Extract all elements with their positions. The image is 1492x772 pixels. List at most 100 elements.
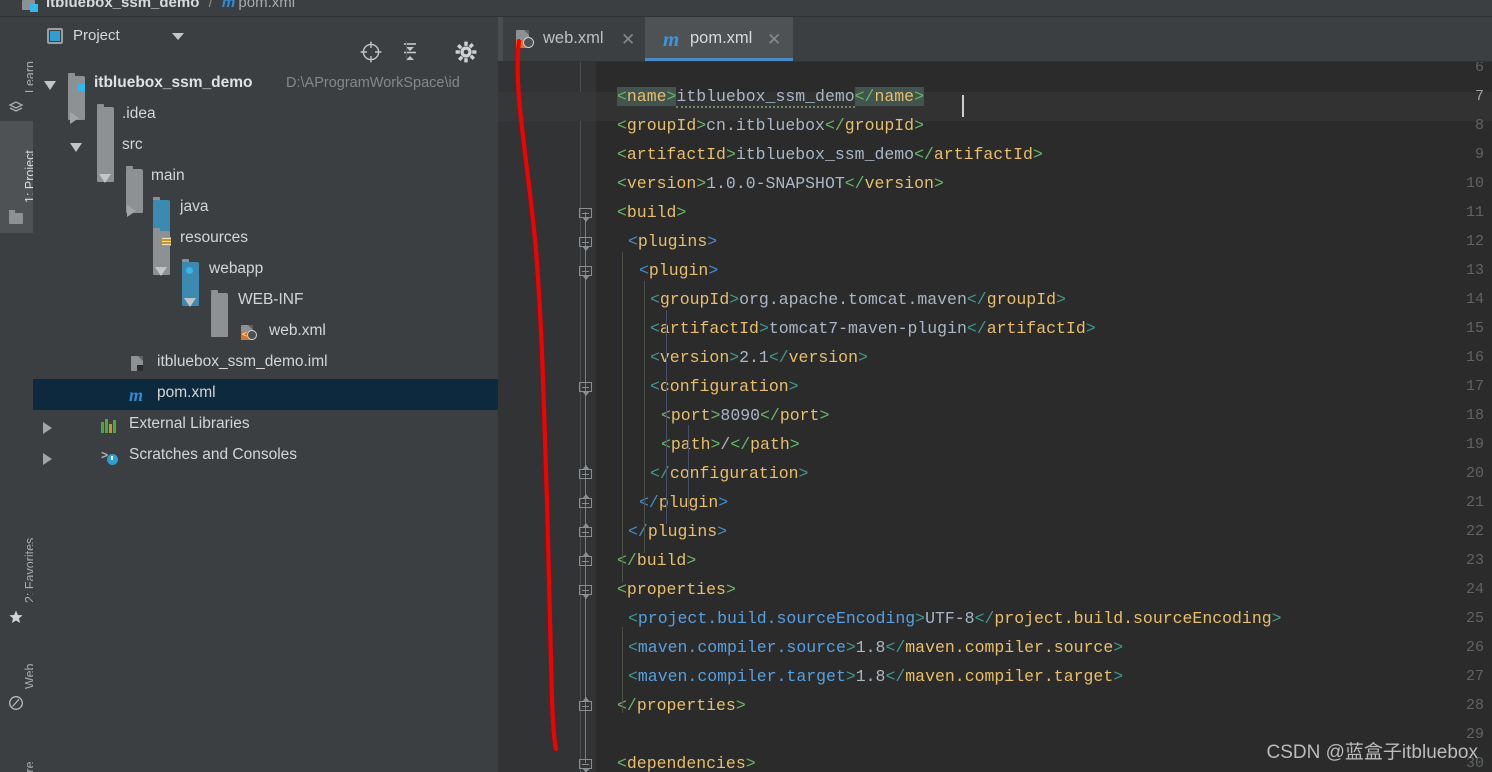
close-icon[interactable]: ✕ (621, 30, 635, 50)
code-line[interactable]: <build> (606, 203, 686, 222)
code-line[interactable]: </configuration> (606, 464, 808, 483)
code-line[interactable]: <plugins> (606, 232, 717, 251)
code-token: > (1056, 290, 1066, 309)
fold-start-marker[interactable] (579, 382, 592, 396)
code-token: groupId (844, 116, 915, 135)
code-token: properties (636, 696, 736, 715)
breadcrumb-file[interactable]: pom.xml (238, 0, 295, 11)
tree-row-web-xml[interactable]: < web.xml (33, 317, 498, 348)
code-token: maven.compiler.source (637, 638, 846, 657)
line-number-gutter[interactable] (498, 62, 572, 772)
line-number: 8 (1474, 117, 1484, 134)
line-number: 6 (1474, 62, 1484, 76)
code-token: port (670, 406, 711, 425)
code-line[interactable]: <name>itbluebox_ssm_demo</name> (606, 87, 924, 108)
code-token: itbluebox_ssm_demo (676, 87, 855, 108)
code-token: > (729, 290, 740, 309)
code-line[interactable]: <properties> (606, 580, 736, 599)
fold-end-marker[interactable] (579, 494, 592, 511)
breadcrumb-project[interactable]: itbluebox_ssm_demo (46, 0, 199, 11)
tree-row-java[interactable]: java (33, 193, 498, 244)
code-token: </ (730, 435, 751, 454)
line-number: 22 (1465, 523, 1484, 540)
sidebar-item-favorites[interactable]: 2: Favorites (0, 503, 37, 633)
code-line[interactable]: </build> (606, 551, 696, 570)
chevron-right-icon[interactable] (127, 205, 136, 217)
fold-start-marker[interactable] (579, 759, 592, 772)
fold-start-marker[interactable] (579, 208, 592, 222)
fold-end-marker[interactable] (579, 523, 592, 540)
sidebar-item-project[interactable]: 1: Project (0, 121, 37, 233)
divider (406, 41, 407, 61)
settings-button[interactable] (453, 39, 479, 65)
tree-item-label: java (180, 198, 209, 215)
code-line[interactable]: </plugins> (606, 522, 727, 541)
code-line[interactable]: <version>1.0.0-SNAPSHOT</version> (606, 174, 944, 193)
code-token: itbluebox_ssm_demo (735, 145, 915, 164)
code-line[interactable]: <groupId>org.apache.tomcat.maven</groupI… (606, 290, 1066, 309)
tree-row-pom-xml[interactable]: m pom.xml (33, 379, 498, 410)
line-number: 17 (1465, 378, 1484, 395)
code-line[interactable]: </properties> (606, 696, 746, 715)
code-line[interactable]: <artifactId>tomcat7-maven-plugin</artifa… (606, 319, 1096, 338)
chevron-down-icon[interactable] (44, 81, 56, 90)
code-line[interactable]: <port>8090</port> (606, 406, 829, 425)
sidebar-item-web[interactable]: Web (0, 637, 37, 715)
tree-row-idea[interactable]: .idea (33, 100, 498, 151)
code-token: > (696, 174, 707, 193)
chevron-right-icon[interactable] (43, 422, 52, 434)
fold-end-marker[interactable] (579, 465, 592, 482)
tree-row-scratches-and-consoles[interactable]: > Scratches and Consoles (33, 441, 498, 472)
code-token: maven.compiler.target (637, 667, 846, 686)
code-token: </ (844, 174, 865, 193)
code-line[interactable]: <version>2.1</version> (606, 348, 868, 367)
code-line[interactable]: <maven.compiler.source>1.8</maven.compil… (606, 638, 1123, 657)
tree-row-web-inf[interactable]: WEB-INF (33, 286, 498, 337)
tab-web-xml[interactable]: < web.xml ✕ (503, 17, 647, 61)
tab-pom-xml[interactable]: m pom.xml ✕ (645, 17, 793, 61)
chevron-down-icon[interactable] (99, 174, 111, 183)
fold-end-marker[interactable] (579, 697, 592, 714)
code-token: configuration (669, 464, 799, 483)
fold-gutter[interactable] (572, 62, 596, 772)
code-editor[interactable]: 6 7 <name>itbluebox_ssm_demo</name> 8 <group… (498, 62, 1492, 772)
tree-item-label: web.xml (269, 322, 326, 339)
folder-icon (211, 290, 228, 337)
line-number: 7 (1474, 88, 1484, 105)
tree-row-src[interactable]: src (33, 131, 498, 182)
code-line[interactable]: <dependencies> (606, 754, 756, 772)
tree-row-webapp[interactable]: webapp (33, 255, 498, 306)
chevron-down-icon[interactable] (184, 298, 196, 307)
code-line[interactable]: <project.build.sourceEncoding>UTF-8</pro… (606, 609, 1282, 628)
fold-end-marker[interactable] (579, 552, 592, 569)
fold-start-marker[interactable] (579, 237, 592, 251)
chevron-down-icon[interactable] (70, 143, 82, 152)
close-icon[interactable]: ✕ (767, 30, 781, 50)
code-line[interactable]: <path>/</path> (606, 435, 800, 454)
tree-row-project-root[interactable]: itbluebox_ssm_demo D:\AProgramWorkSpace\… (33, 69, 498, 120)
collapse-all-button[interactable] (397, 39, 423, 65)
select-opened-file-button[interactable] (358, 39, 384, 65)
code-line[interactable]: <artifactId>itbluebox_ssm_demo</artifact… (606, 145, 1043, 164)
tree-row-resources[interactable]: resources (33, 224, 498, 275)
code-line[interactable]: <groupId>cn.itbluebox</groupId> (606, 116, 924, 135)
code-line[interactable]: <maven.compiler.target>1.8</maven.compil… (606, 667, 1123, 686)
project-tree[interactable]: itbluebox_ssm_demo D:\AProgramWorkSpace\… (33, 69, 498, 472)
fold-start-marker[interactable] (579, 585, 592, 599)
tree-row-main[interactable]: main (33, 162, 498, 213)
tree-row-iml[interactable]: itbluebox_ssm_demo.iml (33, 348, 498, 379)
chevron-down-icon[interactable] (172, 33, 184, 40)
chevron-right-icon[interactable] (70, 112, 79, 124)
chevron-right-icon[interactable] (43, 453, 52, 465)
code-token: > (845, 667, 856, 686)
fold-start-marker[interactable] (579, 266, 592, 280)
chevron-down-icon[interactable] (155, 267, 167, 276)
code-token: </ (885, 667, 906, 686)
sidebar-item-structure[interactable]: ture (0, 739, 37, 772)
sidebar-item-learn[interactable]: Learn (0, 27, 37, 119)
code-token: properties (626, 580, 726, 599)
tree-row-external-libraries[interactable]: External Libraries (33, 410, 498, 441)
code-line[interactable]: </plugin> (606, 493, 728, 512)
code-line[interactable]: <configuration> (606, 377, 799, 396)
code-token: tomcat7-maven-plugin (768, 319, 967, 338)
